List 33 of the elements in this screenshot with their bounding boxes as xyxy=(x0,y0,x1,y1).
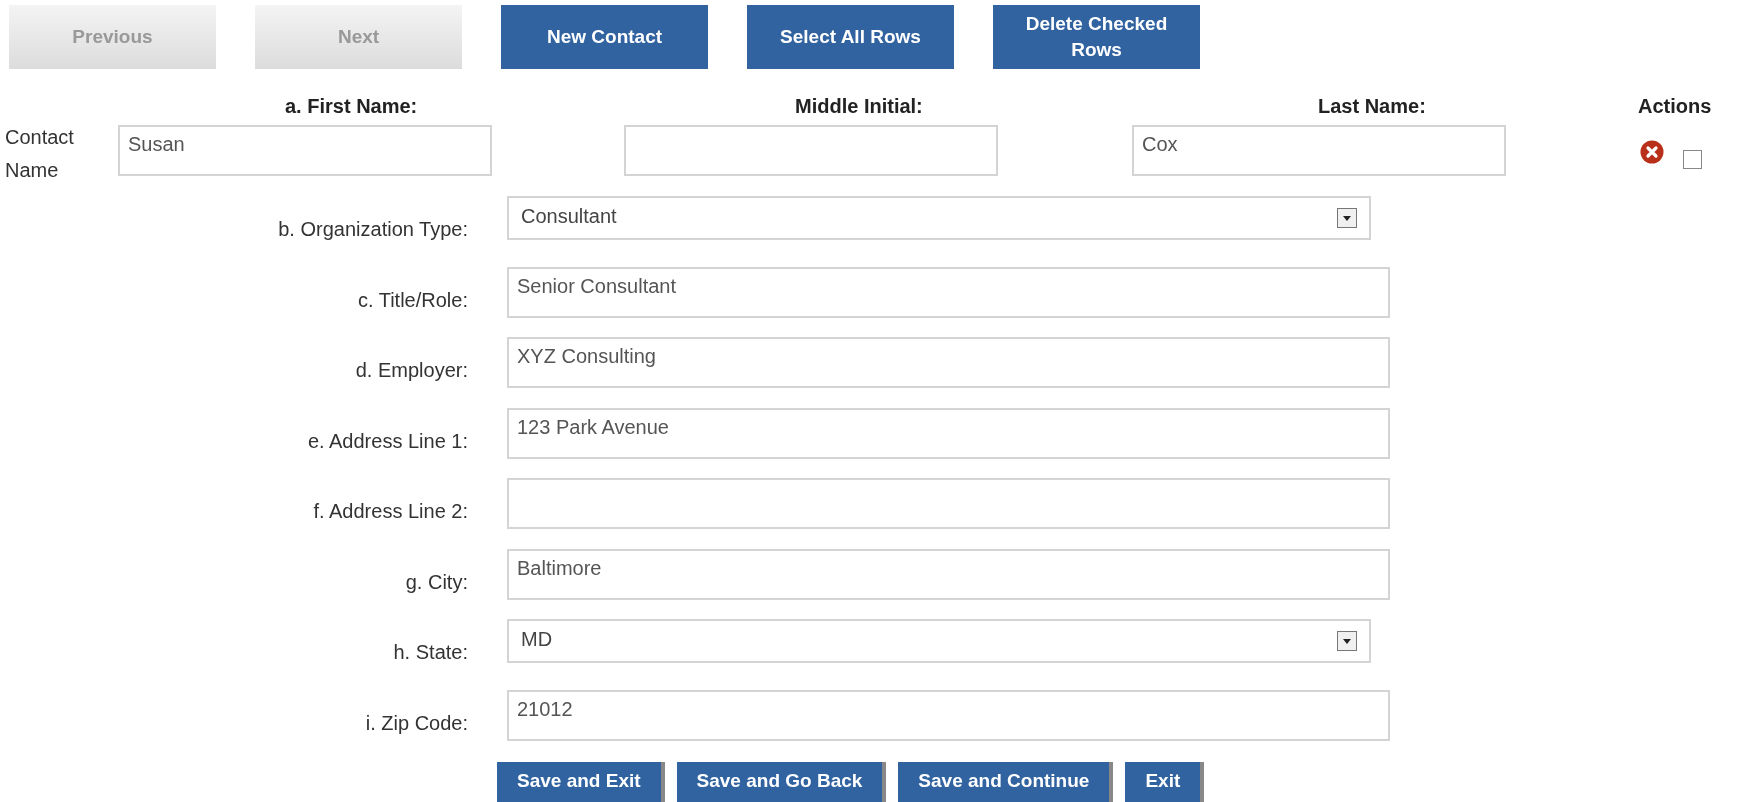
dropdown-field[interactable]: MD xyxy=(507,619,1371,663)
field-label: f. Address Line 2: xyxy=(312,499,468,524)
save-button[interactable]: Exit xyxy=(1125,762,1205,802)
delete-icon[interactable] xyxy=(1640,140,1664,164)
text-field[interactable]: Baltimore xyxy=(507,548,1390,600)
field-label: h. State: xyxy=(392,640,468,665)
save-button[interactable]: Save and Exit xyxy=(497,762,665,802)
column-header: Middle Initial: xyxy=(795,94,923,119)
text-field[interactable]: Susan xyxy=(118,125,492,176)
field-label: d. Employer: xyxy=(354,358,468,383)
text-field[interactable]: Cox xyxy=(1132,125,1506,176)
field-label: Contact Name xyxy=(5,125,75,183)
toolbar-button[interactable]: New Contact xyxy=(501,5,708,69)
field-label: e. Address Line 1: xyxy=(306,428,468,454)
toolbar-button[interactable]: Delete Checked Rows xyxy=(993,5,1200,69)
field-label: c. Title/Role: xyxy=(356,287,468,313)
column-header: Last Name: xyxy=(1318,94,1426,119)
text-field[interactable] xyxy=(507,478,1390,529)
text-field[interactable]: XYZ Consulting xyxy=(507,337,1390,388)
text-field[interactable]: 21012 xyxy=(507,689,1390,741)
row-checkbox[interactable] xyxy=(1683,150,1702,169)
column-header: a. First Name: xyxy=(285,94,418,119)
column-header: Actions xyxy=(1638,94,1712,119)
save-button[interactable]: Save and Go Back xyxy=(676,762,887,802)
field-label: g. City: xyxy=(404,569,468,595)
text-field[interactable] xyxy=(624,125,998,176)
text-field[interactable]: 123 Park Avenue xyxy=(507,407,1390,459)
field-label: i. Zip Code: xyxy=(364,710,468,736)
save-button[interactable]: Save and Continue xyxy=(898,762,1114,802)
toolbar-button[interactable]: Select All Rows xyxy=(747,5,954,69)
dropdown-field[interactable]: Consultant xyxy=(507,196,1371,240)
field-label: b. Organization Type: xyxy=(277,217,468,242)
text-field[interactable]: Senior Consultant xyxy=(507,266,1390,318)
